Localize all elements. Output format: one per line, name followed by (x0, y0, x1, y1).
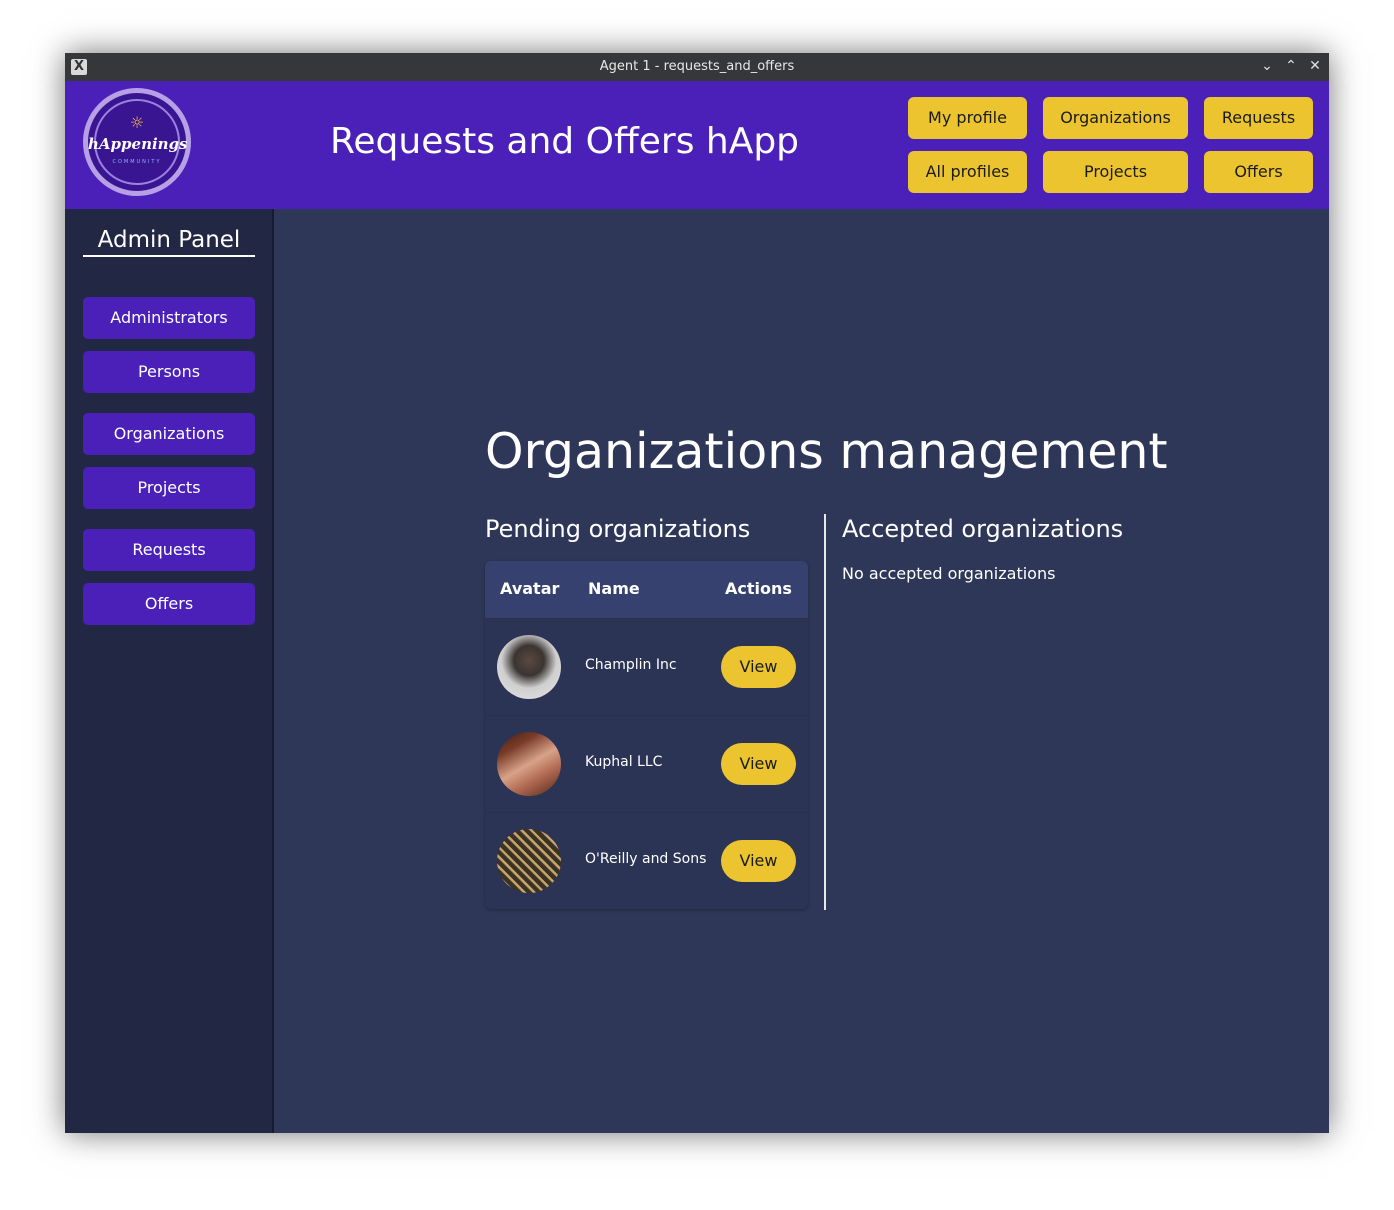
table-row: Kuphal LLC View (485, 715, 808, 813)
view-button[interactable]: View (721, 646, 796, 688)
organization-name: Champlin Inc (585, 657, 677, 673)
sidebar-item-organizations[interactable]: Organizations (83, 413, 255, 455)
logo-wordmark: hAppenings (88, 135, 188, 153)
no-accepted-message: No accepted organizations (842, 564, 1056, 583)
offers-nav-button[interactable]: Offers (1204, 151, 1313, 193)
sidebar-item-projects[interactable]: Projects (83, 467, 255, 509)
admin-panel-title: Admin Panel (83, 227, 255, 257)
sidebar-item-administrators[interactable]: Administrators (83, 297, 255, 339)
my-profile-button[interactable]: My profile (908, 97, 1027, 139)
pending-organizations-title: Pending organizations (485, 515, 751, 543)
projects-nav-button[interactable]: Projects (1043, 151, 1188, 193)
page-title: Organizations management (485, 423, 1168, 480)
organization-name: O'Reilly and Sons (585, 851, 707, 867)
organization-avatar (497, 732, 561, 796)
accepted-organizations-title: Accepted organizations (842, 515, 1124, 543)
table-header: Avatar Name Actions (485, 561, 808, 618)
view-button[interactable]: View (721, 840, 796, 882)
sidebar-item-requests[interactable]: Requests (83, 529, 255, 571)
requests-nav-button[interactable]: Requests (1204, 97, 1313, 139)
organization-avatar (497, 635, 561, 699)
column-header-avatar: Avatar (500, 579, 560, 598)
sidebar-item-persons[interactable]: Persons (83, 351, 255, 393)
table-row: O'Reilly and Sons View (485, 812, 808, 909)
section-divider (824, 514, 826, 910)
organizations-nav-button[interactable]: Organizations (1043, 97, 1188, 139)
column-header-name: Name (588, 579, 640, 598)
organization-avatar (497, 829, 561, 893)
app-header: ☼ hAppenings COMMUNITY Requests and Offe… (65, 81, 1329, 209)
column-header-actions: Actions (725, 579, 792, 598)
logo-subtext: COMMUNITY (112, 159, 162, 165)
admin-sidebar: Admin Panel Administrators Persons Organ… (65, 209, 274, 1133)
title-bar: X Agent 1 - requests_and_offers ⌄ ⌃ ✕ (65, 53, 1329, 81)
happenings-logo[interactable]: ☼ hAppenings COMMUNITY (83, 88, 191, 196)
table-row: Champlin Inc View (485, 618, 808, 716)
minimize-icon[interactable]: ⌄ (1257, 56, 1277, 76)
sidebar-item-offers[interactable]: Offers (83, 583, 255, 625)
sun-icon: ☼ (129, 113, 145, 132)
maximize-icon[interactable]: ⌃ (1281, 56, 1301, 76)
close-icon[interactable]: ✕ (1305, 56, 1325, 76)
pending-organizations-table: Avatar Name Actions Champlin Inc View Ku… (485, 561, 808, 909)
window-title: Agent 1 - requests_and_offers (599, 59, 795, 74)
organization-name: Kuphal LLC (585, 754, 663, 770)
view-button[interactable]: View (721, 743, 796, 785)
all-profiles-button[interactable]: All profiles (908, 151, 1027, 193)
app-title: Requests and Offers hApp (330, 121, 800, 162)
app-window: X Agent 1 - requests_and_offers ⌄ ⌃ ✕ ☼ … (65, 53, 1329, 1133)
